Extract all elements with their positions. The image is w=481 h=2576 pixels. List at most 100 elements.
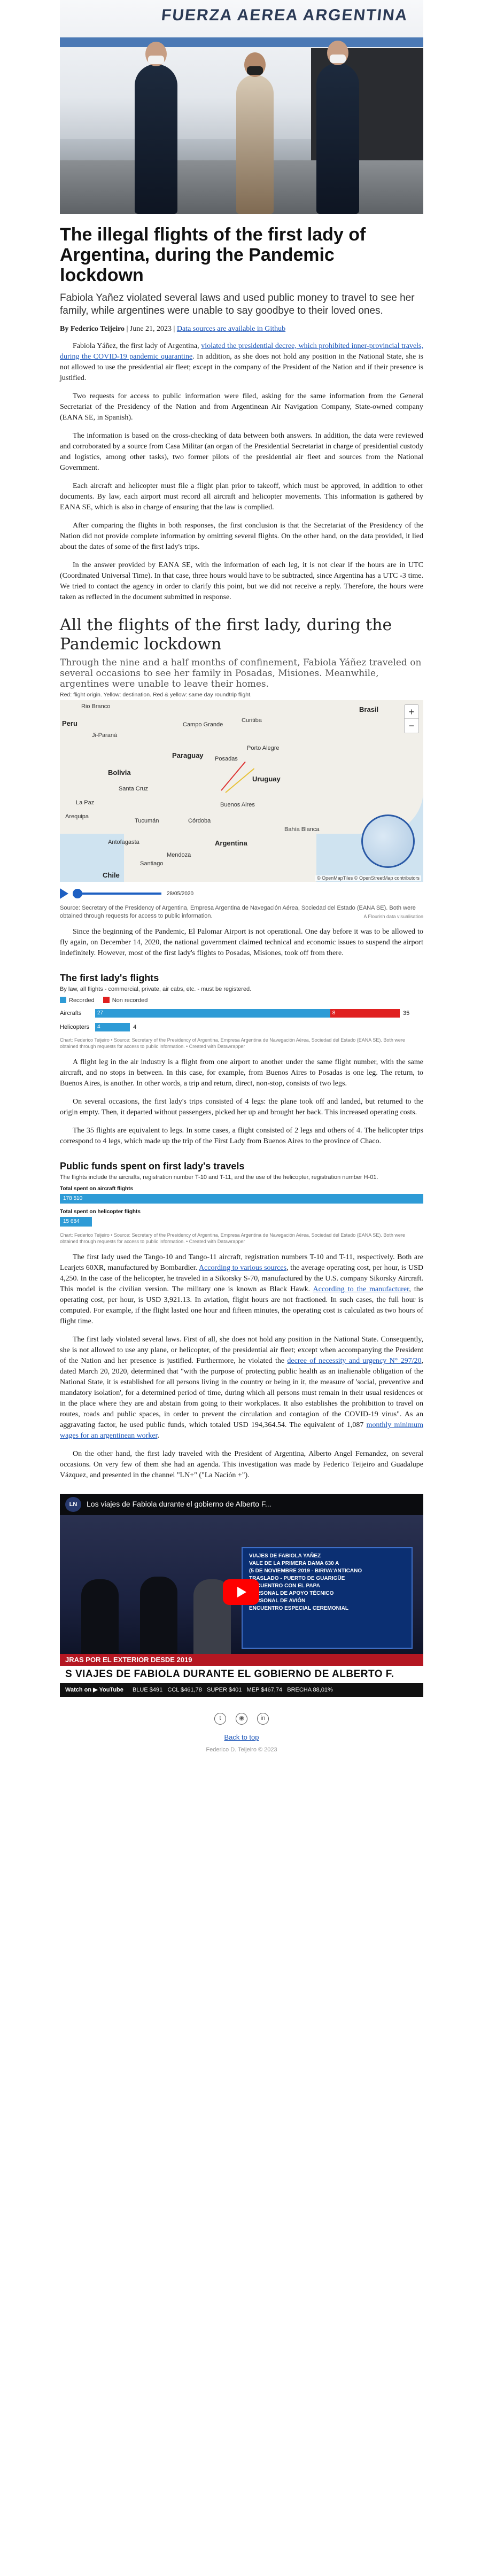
studio-screen: VIAJES DE FABIOLA YAÑEZ VALE DE LA PRIME… xyxy=(242,1547,413,1649)
map-label-argentina: Argentina xyxy=(215,839,247,847)
watch-on-youtube[interactable]: Watch on ▶ YouTube xyxy=(65,1687,123,1693)
timeline-date: 28/05/2020 xyxy=(167,890,194,897)
flights-map-block: All the flights of the first lady, durin… xyxy=(60,616,423,919)
social-icons: t ◉ in xyxy=(60,1713,423,1725)
timeline-player: 28/05/2020 xyxy=(60,886,423,901)
article-column: The illegal flights of the first lady of… xyxy=(60,224,423,1753)
youtube-play-icon[interactable] xyxy=(223,1579,259,1605)
map-label-bolivia: Bolivia xyxy=(108,769,131,777)
map-zoom-controls: + − xyxy=(404,704,419,733)
flights-chart-legend: Recorded Non recorded xyxy=(60,997,423,1004)
flights-map[interactable]: Brasil Peru Rio Branco Ji-Paraná Bolivia… xyxy=(60,700,423,882)
footer: t ◉ in Back to top Federico D. Teijeiro … xyxy=(60,1713,423,1753)
studio-screen-text: VIAJES DE FABIOLA YAÑEZ VALE DE LA PRIME… xyxy=(249,1553,362,1611)
map-label-mendoza: Mendoza xyxy=(167,852,191,858)
flights-bar-track: 44 xyxy=(95,1023,421,1031)
map-label-uruguay: Uruguay xyxy=(252,775,281,783)
globe-inset xyxy=(361,814,415,868)
paragraph-11: The first lady used the Tango-10 and Tan… xyxy=(60,1252,423,1327)
funds-bar-label: Total spent on aircraft flights xyxy=(60,1186,134,1192)
sources-link[interactable]: Data sources are available in Github xyxy=(177,325,285,333)
map-label-chile: Chile xyxy=(103,871,120,879)
twitter-icon[interactable]: t xyxy=(214,1713,226,1725)
legend-swatch-non-recorded xyxy=(103,997,110,1003)
paragraph-9: On several occasions, the first lady's t… xyxy=(60,1098,423,1116)
funds-chart-bars: Total spent on aircraft flights 178 510 To… xyxy=(60,1186,423,1227)
southern-land xyxy=(124,828,316,882)
plane-text: FUERZA AEREA ARGENTINA xyxy=(160,6,409,24)
zoom-out-button[interactable]: − xyxy=(405,719,418,733)
publish-date: June 21, 2023 xyxy=(129,325,172,333)
map-label-curitiba: Curitiba xyxy=(242,717,262,724)
copyright: Federico D. Teijeiro © 2023 xyxy=(206,1747,277,1753)
funds-chart-source: Chart: Federico Teijeiro • Source: Secre… xyxy=(60,1232,405,1244)
video-header: LN Los viajes de Fabiola durante el gobi… xyxy=(60,1494,423,1515)
face-mask xyxy=(247,66,263,75)
video-ticker: Watch on ▶ YouTube BLUE $491 CCL $461,78… xyxy=(60,1683,423,1697)
flights-bar-label: Aircrafts xyxy=(60,1010,82,1017)
flights-bar-row: Helicopters 4 4 xyxy=(60,1023,423,1031)
flights-bar-row: Aircrafts 27 8 35 xyxy=(60,1009,423,1018)
map-label-arequipa: Arequipa xyxy=(65,813,89,820)
author-name: Federico Teijeiro xyxy=(70,325,125,333)
ticker-item: BLUE $491 xyxy=(132,1687,163,1693)
flights-bar-track: 27 8 35 xyxy=(95,1009,421,1018)
map-label-santa-cruz: Santa Cruz xyxy=(119,786,149,792)
paragraph-8: A flight leg in the air industry is a fl… xyxy=(60,1058,423,1088)
map-label-cordoba: Córdoba xyxy=(188,818,211,824)
ticker-item: SUPER $401 xyxy=(206,1687,242,1693)
funds-chart: Public funds spent on first lady's trave… xyxy=(60,1161,423,1245)
zoom-in-button[interactable]: + xyxy=(405,705,418,719)
ticker-item: MEP $467,74 xyxy=(246,1687,283,1693)
paragraph-2: Two requests for access to public inform… xyxy=(60,392,423,422)
ticker-item: BRECHA 88,01% xyxy=(287,1687,333,1693)
flights-bar-segment: 8 xyxy=(330,1009,400,1018)
channel-logo[interactable]: LN xyxy=(65,1497,81,1512)
back-to-top-link[interactable]: Back to top xyxy=(60,1733,423,1741)
face-mask xyxy=(330,55,346,63)
map-label-tucuman: Tucumán xyxy=(135,818,159,824)
map-label-antofagasta: Antofagasta xyxy=(108,839,139,845)
map-label-posadas: Posadas xyxy=(215,756,238,762)
embedded-video[interactable]: VIAJES DE FABIOLA YAÑEZ VALE DE LA PRIME… xyxy=(60,1494,423,1697)
github-icon[interactable]: ◉ xyxy=(236,1713,247,1725)
map-subtitle: Through the nine and a half months of co… xyxy=(60,657,422,689)
timeline-slider[interactable] xyxy=(73,889,161,898)
video-lower-third-white: S VIAJES DE FABIOLA DURANTE EL GOBIERNO … xyxy=(60,1666,423,1683)
paragraph-13: On the other hand, the first lady travel… xyxy=(60,1450,423,1479)
legend-non-recorded: Non recorded xyxy=(103,997,148,1004)
flights-bar-total: 4 xyxy=(133,1024,137,1030)
paragraph-6: In the answer provided by EANA SE, with … xyxy=(60,561,423,601)
paragraph-1: Fabiola Yáñez, the first lady of Argenti… xyxy=(60,341,423,384)
timeline-knob[interactable] xyxy=(73,889,82,898)
map-note: Red: flight origin. Yellow: destination.… xyxy=(60,692,252,698)
map-label-santiago: Santiago xyxy=(140,860,164,867)
author-prefix: By xyxy=(60,325,69,333)
funds-chart-subtitle: The flights include the aircrafts, regis… xyxy=(60,1174,378,1181)
linkedin-icon[interactable]: in xyxy=(257,1713,269,1725)
flights-bar-total: 35 xyxy=(403,1010,410,1017)
flights-bar-segment: 27 xyxy=(95,1009,330,1018)
video-title[interactable]: Los viajes de Fabiola durante el gobiern… xyxy=(87,1500,271,1508)
paragraph-12: The first lady violated several laws. Fi… xyxy=(60,1334,423,1441)
video-lower-third-red: JRAS POR EL EXTERIOR DESDE 2019 xyxy=(60,1654,423,1666)
ticker-item: CCL $461,78 xyxy=(167,1687,202,1693)
legend-swatch-recorded xyxy=(60,997,66,1003)
legend-recorded: Recorded xyxy=(60,997,95,1004)
paragraph-12-text-b: , dated March 20, 2020, determined that … xyxy=(60,1357,423,1429)
funds-bar: 178 510 xyxy=(60,1194,423,1204)
paragraph-1-text: Fabiola Yáñez, the first lady of Argenti… xyxy=(73,342,201,350)
map-label-campo-grande: Campo Grande xyxy=(183,721,223,728)
various-sources-link[interactable]: According to various sources xyxy=(199,1264,286,1272)
manufacturer-link[interactable]: According to the manufacturer xyxy=(313,1285,409,1293)
pilot-right xyxy=(316,63,359,214)
dnu-decree-link[interactable]: decree of necessity and urgency N° 297/2… xyxy=(287,1357,421,1365)
funds-bar-label: Total spent on helicopter flights xyxy=(60,1209,141,1215)
map-label-buenos-aires: Buenos Aires xyxy=(220,802,255,808)
map-label-peru: Peru xyxy=(62,719,77,727)
play-icon[interactable] xyxy=(60,888,68,899)
hero-photo: FUERZA AEREA ARGENTINA xyxy=(60,0,423,214)
funds-bar: 15 684 xyxy=(60,1217,92,1227)
article-title: The illegal flights of the first lady of… xyxy=(60,224,366,285)
map-attribution[interactable]: © OpenMapTiles © OpenStreetMap contribut… xyxy=(315,875,421,881)
